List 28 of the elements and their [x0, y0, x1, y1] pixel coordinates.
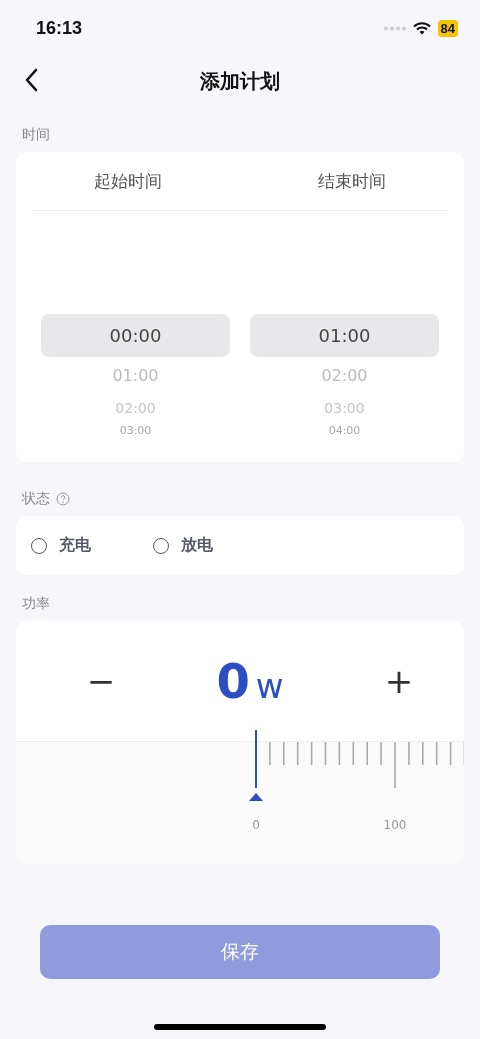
back-button[interactable] [24, 68, 38, 92]
time-option[interactable]: 04:00 [250, 424, 439, 438]
wifi-icon [412, 21, 431, 35]
time-option[interactable]: 03:00 [41, 424, 230, 438]
time-option[interactable]: 02:00 [250, 360, 439, 392]
signal-icon [383, 25, 406, 31]
ruler-pointer[interactable] [249, 729, 263, 801]
minus-button[interactable]: − [86, 661, 116, 701]
column-header: 起始时间 [93, 169, 163, 193]
section-label: 功率 [21, 594, 51, 613]
power-value: 0 [216, 653, 250, 709]
time-option[interactable]: 03:00 [250, 392, 439, 424]
radio-label[interactable]: 充电 [59, 535, 91, 556]
page-title: 添加计划 [200, 67, 280, 95]
ruler-label: 100 [383, 818, 407, 832]
time-option[interactable]: 01:00 [41, 360, 230, 392]
time-option[interactable]: 02:00 [41, 392, 230, 424]
time-option[interactable]: 01:00 [250, 314, 439, 357]
status-time: 16:13 [36, 17, 83, 39]
radio-label[interactable]: 放电 [181, 535, 213, 556]
plus-button[interactable]: + [384, 661, 414, 701]
section-label: 状态 [22, 490, 50, 508]
column-header: 结束时间 [317, 169, 387, 193]
battery-indicator: 84 [437, 19, 458, 37]
section-label: 时间 [21, 125, 51, 144]
power-unit: w [255, 666, 284, 706]
ruler-label: 0 [252, 818, 260, 832]
time-option[interactable]: 00:00 [41, 314, 230, 357]
